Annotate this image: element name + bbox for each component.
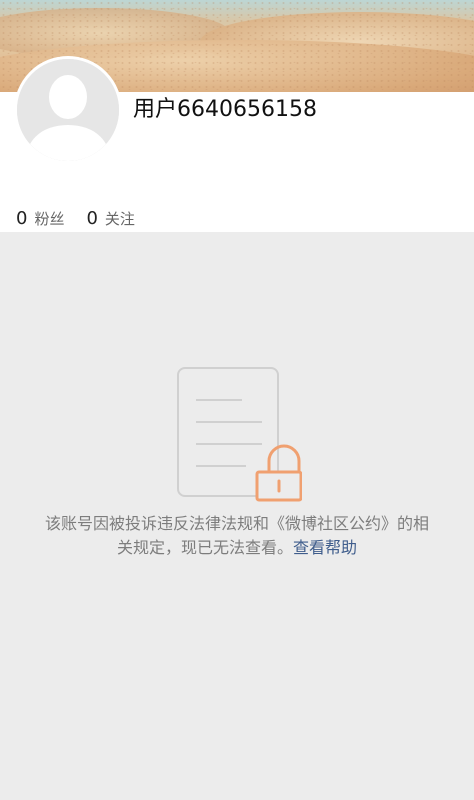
help-link[interactable]: 查看帮助 (293, 538, 357, 557)
following-count: 0 (86, 208, 98, 229)
locked-document-icon (177, 367, 302, 502)
followers-count: 0 (16, 208, 28, 229)
username: 用户6640656158 (133, 97, 317, 122)
notice-message: 该账号因被投诉违反法律法规和《微博社区公约》的相关规定，现已无法查看。 (44, 514, 429, 557)
avatar[interactable] (14, 56, 122, 164)
default-avatar-icon (17, 59, 119, 161)
following-stat[interactable]: 0 关注 (86, 208, 134, 229)
account-blocked-notice: 该账号因被投诉违反法律法规和《微博社区公约》的相关规定，现已无法查看。查看帮助 (40, 512, 434, 560)
followers-label: 粉丝 (34, 210, 65, 228)
followers-stat[interactable]: 0 粉丝 (16, 208, 64, 229)
following-label: 关注 (104, 210, 135, 228)
profile-stats: 0 粉丝 0 关注 (16, 208, 157, 232)
